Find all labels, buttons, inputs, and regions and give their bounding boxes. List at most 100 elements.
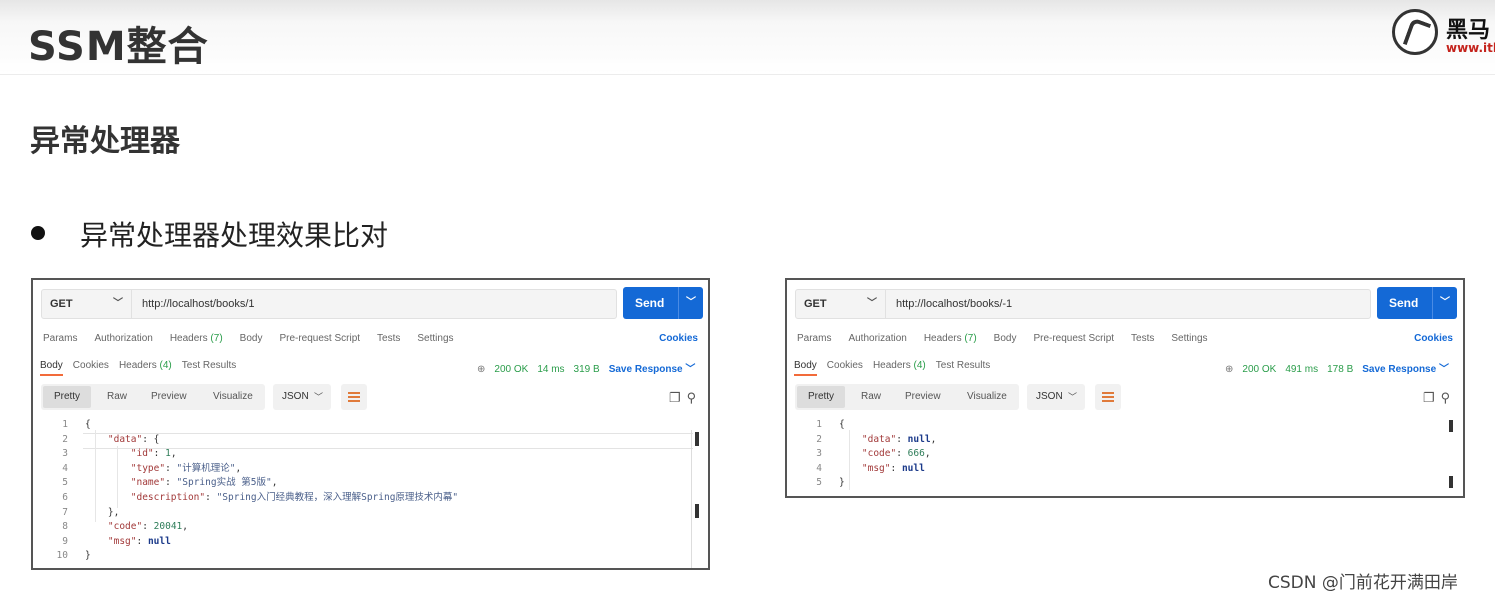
tab-response-body[interactable]: Body (40, 360, 63, 376)
send-label: Send (1389, 296, 1419, 310)
code-line: 1{ (62, 419, 91, 430)
view-pretty[interactable]: Pretty (43, 386, 91, 408)
tab-pre-request-script[interactable]: Pre-request Script (279, 333, 360, 344)
save-response-label: Save Response (608, 364, 683, 375)
method-select[interactable]: GET ﹀ (796, 290, 886, 318)
tab-response-cookies[interactable]: Cookies (827, 360, 863, 371)
tab-response-headers[interactable]: Headers (4) (873, 360, 926, 371)
method-select[interactable]: GET ﹀ (42, 290, 132, 318)
tab-response-headers[interactable]: Headers (4) (119, 360, 172, 371)
tab-headers[interactable]: Headers (7) (924, 333, 977, 344)
tab-params[interactable]: Params (43, 333, 77, 344)
code-line: 2 "data": null, (816, 433, 937, 445)
tab-response-body[interactable]: Body (794, 360, 817, 376)
response-status: ⊕ 200 OK 14 ms 319 B Save Response ﹀ (477, 360, 695, 375)
code-line: 3 "id": 1, (62, 448, 177, 460)
tab-settings[interactable]: Settings (417, 333, 453, 344)
copy-icon[interactable]: ❐ (669, 390, 681, 405)
tab-tests[interactable]: Tests (1131, 333, 1154, 344)
view-mode-tabs: Pretty Raw Preview Visualize (41, 384, 265, 410)
view-visualize[interactable]: Visualize (213, 384, 253, 410)
slide-header: SSM整合 黑马 www.ith (0, 0, 1495, 75)
scrollbar-thumb[interactable] (695, 504, 699, 518)
view-pretty[interactable]: Pretty (797, 386, 845, 408)
code-line: 1{ (816, 419, 845, 430)
method-label: GET (804, 298, 827, 310)
tab-headers[interactable]: Headers (7) (170, 333, 223, 344)
search-icon[interactable]: ⚲ (1441, 390, 1451, 405)
response-headers-count: (4) (913, 360, 926, 371)
scrollbar-top[interactable] (695, 432, 699, 446)
format-select[interactable]: JSON ﹀ (1027, 384, 1085, 410)
logo-text: 黑马 (1446, 18, 1491, 43)
response-tabs: Body Cookies Headers (4) Test Results (40, 360, 246, 376)
format-select[interactable]: JSON ﹀ (273, 384, 331, 410)
status-code: 200 OK (494, 364, 529, 375)
chevron-down-icon: ﹀ (1067, 392, 1077, 402)
view-preview[interactable]: Preview (151, 384, 187, 410)
tab-test-results[interactable]: Test Results (182, 360, 236, 371)
tab-test-results[interactable]: Test Results (936, 360, 990, 371)
chevron-down-icon[interactable]: ﹀ (678, 287, 703, 319)
view-visualize[interactable]: Visualize (967, 384, 1007, 410)
tab-response-cookies[interactable]: Cookies (73, 360, 109, 371)
code-line: 9 "msg": null (62, 535, 171, 547)
code-line: 3 "code": 666, (816, 448, 931, 460)
globe-icon[interactable]: ⊕ (477, 364, 485, 375)
search-icon[interactable]: ⚲ (687, 390, 697, 405)
view-preview[interactable]: Preview (905, 384, 941, 410)
tab-headers-label: Headers (169, 333, 208, 344)
copy-icon[interactable]: ❐ (1423, 390, 1435, 405)
code-line: 5} (816, 477, 845, 489)
slide-title: SSM整合 (28, 24, 209, 70)
chevron-down-icon: ﹀ (867, 298, 877, 309)
view-raw[interactable]: Raw (107, 384, 127, 410)
response-actions: ❐ ⚲ (663, 390, 696, 406)
scrollbar-track (691, 430, 692, 568)
format-label: JSON (282, 391, 309, 402)
url-input[interactable]: http://localhost/books/-1 (896, 290, 1012, 318)
headers-count: (7) (210, 333, 223, 344)
code-line: 10} (56, 550, 91, 562)
code-line: 7 }, (62, 506, 120, 518)
request-tabs: Params Authorization Headers (7) Body Pre-re… (797, 333, 1225, 344)
postman-panel-success: GET ﹀ http://localhost/books/1 Send ﹀ Para… (31, 278, 710, 570)
chevron-down-icon[interactable]: ﹀ (1432, 287, 1457, 319)
bullet-text: 异常处理器处理效果比对 (80, 219, 389, 252)
response-body-code: 1{2 "data": null, 3 "code": 666, 4 "msg": … (795, 418, 936, 491)
bullet-icon (31, 226, 45, 240)
tab-headers-label: Headers (923, 333, 962, 344)
tab-body[interactable]: Body (240, 333, 263, 344)
tab-tests[interactable]: Tests (377, 333, 400, 344)
request-url-bar: GET ﹀ http://localhost/books/-1 (795, 289, 1371, 319)
tab-settings[interactable]: Settings (1171, 333, 1207, 344)
cookies-link[interactable]: Cookies (659, 333, 698, 344)
save-response-button[interactable]: Save Response ﹀ (1362, 364, 1449, 375)
wrap-lines-icon[interactable] (341, 384, 367, 410)
scrollbar-top[interactable] (1449, 420, 1453, 432)
send-label: Send (635, 296, 665, 310)
globe-icon[interactable]: ⊕ (1225, 364, 1233, 375)
response-status: ⊕ 200 OK 491 ms 178 B Save Response ﹀ (1225, 360, 1449, 375)
tab-pre-request-script[interactable]: Pre-request Script (1033, 333, 1114, 344)
request-url-bar: GET ﹀ http://localhost/books/1 (41, 289, 617, 319)
tab-authorization[interactable]: Authorization (848, 333, 906, 344)
tab-params[interactable]: Params (797, 333, 831, 344)
headers-count: (7) (964, 333, 977, 344)
url-input[interactable]: http://localhost/books/1 (142, 290, 255, 318)
response-time: 491 ms (1285, 364, 1319, 375)
response-headers-count: (4) (159, 360, 172, 371)
send-button[interactable]: Send ﹀ (1377, 287, 1457, 319)
wrap-lines-icon[interactable] (1095, 384, 1121, 410)
tab-body[interactable]: Body (994, 333, 1017, 344)
response-tabs: Body Cookies Headers (4) Test Results (794, 360, 1000, 376)
send-button[interactable]: Send ﹀ (623, 287, 703, 319)
cookies-link[interactable]: Cookies (1414, 333, 1453, 344)
save-response-button[interactable]: Save Response ﹀ (609, 364, 696, 375)
scrollbar-thumb[interactable] (1449, 476, 1453, 488)
code-line: 4 "type": "计算机理论", (62, 462, 242, 474)
view-raw[interactable]: Raw (861, 384, 881, 410)
postman-panel-exception: GET ﹀ http://localhost/books/-1 Send ﹀ Par… (785, 278, 1465, 498)
format-label: JSON (1036, 391, 1063, 402)
tab-authorization[interactable]: Authorization (94, 333, 152, 344)
